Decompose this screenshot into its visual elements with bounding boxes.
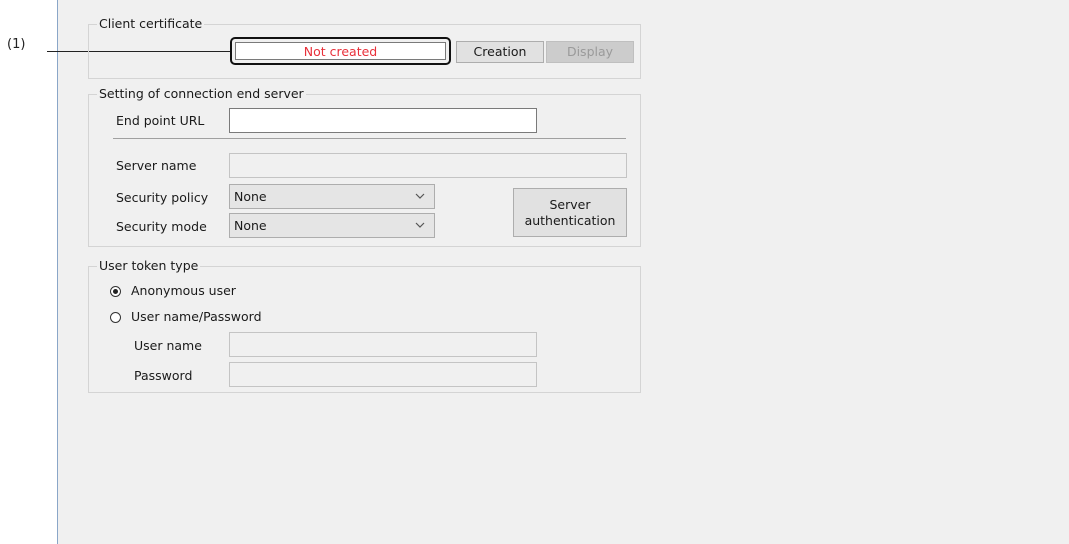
security-mode-value: None [234,218,267,233]
callout-number: (1) [7,37,26,52]
server-authentication-button[interactable]: Server authentication [513,188,627,237]
password-field[interactable] [229,362,537,387]
display-button[interactable]: Display [546,41,634,63]
security-policy-label: Security policy [116,190,209,205]
user-name-field[interactable] [229,332,537,357]
creation-button[interactable]: Creation [456,41,544,63]
server-authentication-label: Server authentication [524,196,616,228]
connection-server-legend: Setting of connection end server [97,86,306,101]
certificate-status-highlight: Not created [230,37,451,65]
user-token-legend: User token type [97,258,201,273]
chevron-down-icon [415,222,425,228]
security-mode-label: Security mode [116,219,207,234]
username-password-label[interactable]: User name/Password [131,309,262,324]
endpoint-url-input[interactable] [229,108,537,133]
connection-separator [113,138,626,139]
anonymous-user-radio[interactable] [110,286,121,297]
radio-selected-dot [113,289,118,294]
username-password-radio[interactable] [110,312,121,323]
security-mode-select[interactable]: None [229,213,435,238]
password-label: Password [134,368,193,383]
endpoint-url-label: End point URL [116,113,205,128]
anonymous-user-label[interactable]: Anonymous user [131,283,236,298]
server-name-label: Server name [116,158,197,173]
user-name-label: User name [134,338,202,353]
chevron-down-icon [415,193,425,199]
certificate-status-field: Not created [235,42,446,60]
server-name-field[interactable] [229,153,627,178]
client-certificate-legend: Client certificate [97,16,205,31]
security-policy-select[interactable]: None [229,184,435,209]
security-policy-value: None [234,189,267,204]
